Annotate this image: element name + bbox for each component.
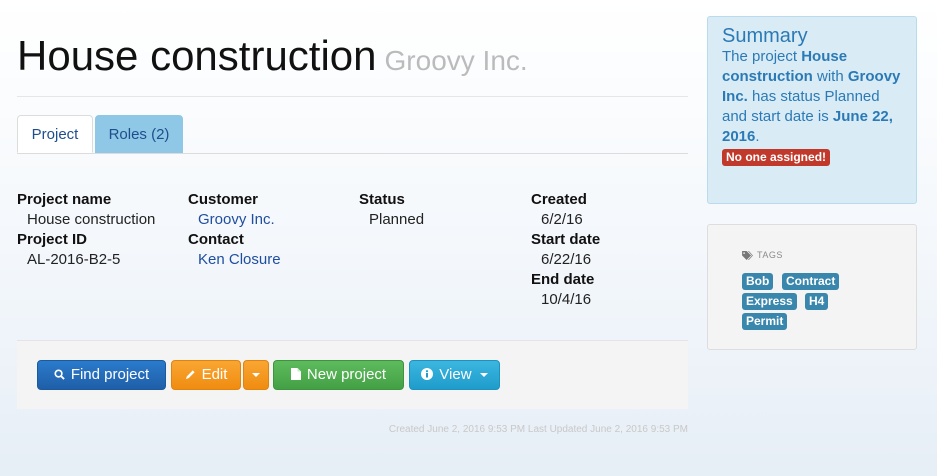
details-column-2: Customer Groovy Inc. Contact Ken Closure [188,190,281,270]
customer-label: Customer [188,191,259,208]
title-divider [17,96,688,97]
tab-roles[interactable]: Roles (2) [95,115,183,153]
info-icon [421,368,434,380]
start-date-label: Start date [531,231,601,248]
details-column-3: Status Planned [359,190,424,230]
project-id-label: Project ID [17,231,88,248]
summary-text-part: . [755,128,760,145]
new-project-label: New project [306,366,387,383]
document-icon [290,368,301,380]
pencil-icon [185,370,195,380]
summary-heading: Summary [722,25,808,47]
tag-item[interactable]: Express [742,293,797,310]
tag-item[interactable]: Permit [742,313,788,330]
tags-icon [742,251,753,260]
page-title: House construction [17,32,377,79]
customer-link[interactable]: Groovy Inc. [188,210,281,230]
summary-text: The project House construction with Groo… [722,47,902,147]
tag-item[interactable]: H4 [805,293,829,310]
details-column-1: Project name House construction Project … [17,190,155,270]
tag-item[interactable]: Contract [782,273,840,290]
edit-dropdown-toggle[interactable] [243,360,269,390]
created-value: 6/2/16 [541,211,583,228]
details-column-4: Created 6/2/16 Start date 6/22/16 End da… [531,190,600,310]
contact-link[interactable]: Ken Closure [188,250,281,270]
tags-heading: TAGS [742,250,783,260]
company-subtitle: Groovy Inc. [384,45,528,76]
project-name-label: Project name [17,191,112,208]
summary-text-part: The project [722,48,802,65]
tab-project[interactable]: Project [17,115,93,153]
unassigned-badge: No one assigned! [722,149,831,166]
tag-item[interactable]: Bob [742,273,774,290]
find-project-label: Find project [70,366,150,383]
start-date-value: 6/22/16 [541,251,592,268]
project-name-value: House construction [27,211,156,228]
view-label: View [439,366,472,383]
caret-down-icon [252,373,260,378]
view-dropdown-button[interactable]: View [409,360,500,390]
end-date-label: End date [531,271,595,288]
contact-label: Contact [188,231,244,248]
status-label: Status [359,191,405,208]
edit-button[interactable]: Edit [171,360,241,390]
project-id-value: AL-2016-B2-5 [27,251,121,268]
search-icon [54,369,65,380]
page-header: House construction Groovy Inc. [17,32,528,80]
tags-panel: TAGS Bob Contract Express H4 Permit [707,224,917,350]
tab-bar: Project Roles (2) [17,115,688,154]
summary-panel: Summary The project House construction w… [707,16,917,204]
new-project-button[interactable]: New project [273,360,404,390]
action-bar: Find project Edit New project View [17,340,688,409]
edit-label: Edit [201,366,228,383]
find-project-button[interactable]: Find project [37,360,166,390]
caret-down-icon [479,373,488,378]
summary-text-part: with [812,68,848,85]
audit-timestamps: Created June 2, 2016 9:53 PM Last Update… [388,424,688,435]
end-date-value: 10/4/16 [541,291,592,308]
created-label: Created [531,191,587,208]
status-value: Planned [369,211,425,228]
tags-heading-label: TAGS [757,250,783,260]
